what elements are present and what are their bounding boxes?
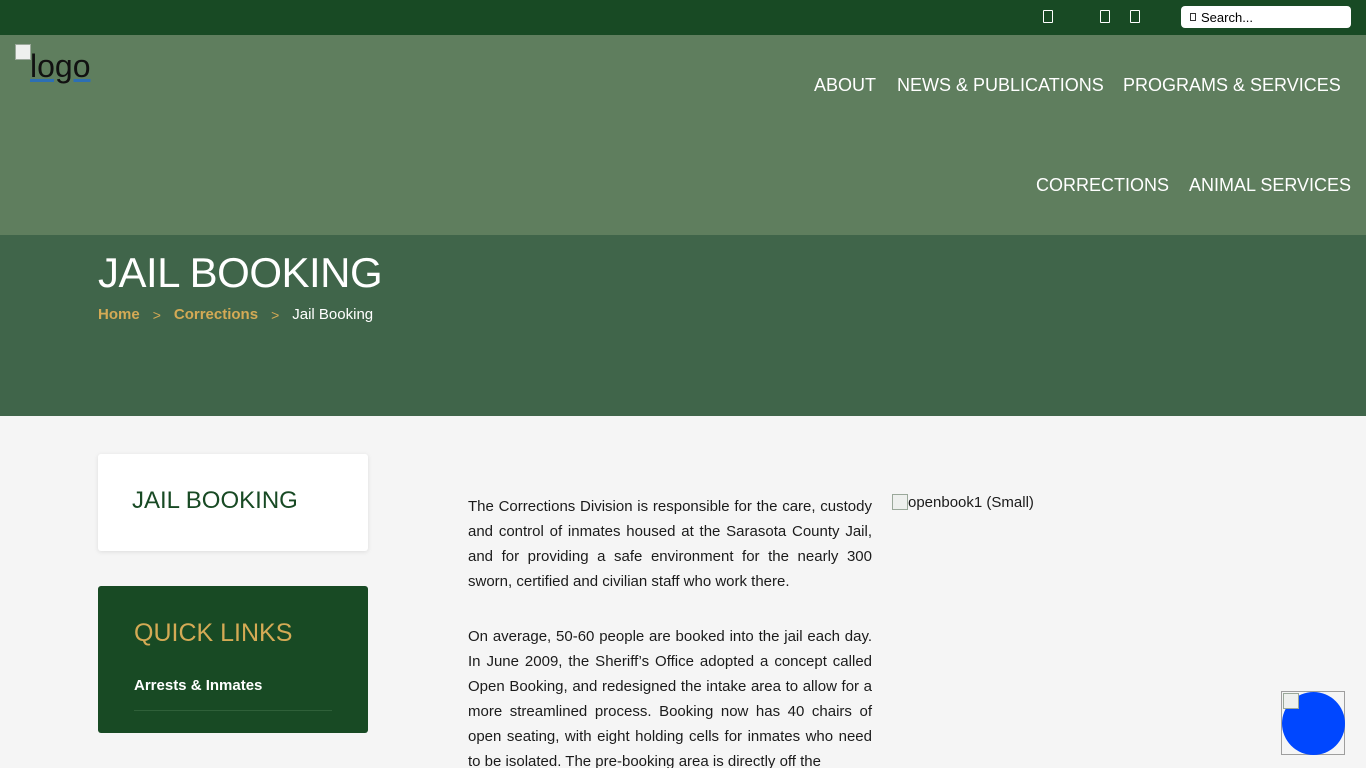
content-paragraph: The Corrections Division is responsible …: [468, 498, 872, 590]
search-input[interactable]: [1201, 9, 1341, 25]
broken-image-icon: [1283, 693, 1299, 709]
quick-links-panel: QUICK LINKS Arrests & Inmates: [98, 586, 368, 733]
broken-image-icon: [15, 44, 31, 60]
nav-animal-services[interactable]: ANIMAL SERVICES: [1189, 175, 1351, 196]
main-content: The Corrections Division is responsible …: [468, 494, 872, 768]
search-box[interactable]: [1181, 6, 1351, 28]
content-paragraph: On average, 50-60 people are booked into…: [468, 628, 872, 768]
chat-widget-button[interactable]: [1281, 691, 1345, 755]
site-logo[interactable]: logo: [15, 43, 91, 84]
broken-image-icon: [892, 494, 908, 510]
breadcrumb-separator: >: [271, 306, 280, 323]
breadcrumb: Home > Corrections > Jail Booking: [98, 306, 373, 323]
top-bar: [0, 0, 1366, 35]
sidebar-title-card: JAIL BOOKING: [98, 454, 368, 551]
breadcrumb-corrections[interactable]: Corrections: [174, 306, 258, 323]
nav-programs-services[interactable]: PROGRAMS & SERVICES: [1123, 75, 1341, 96]
social-icon-1[interactable]: [1043, 10, 1053, 23]
breadcrumb-separator: >: [152, 306, 161, 323]
nav-about[interactable]: ABOUT: [814, 75, 876, 96]
site-header: logo ABOUT NEWS & PUBLICATIONS PROGRAMS …: [0, 35, 1366, 235]
sidebar-title: JAIL BOOKING: [132, 487, 298, 514]
page-hero: JAIL BOOKING Home > Corrections > Jail B…: [0, 235, 1366, 416]
social-icon-2[interactable]: [1100, 10, 1110, 23]
social-icon-3[interactable]: [1130, 10, 1140, 23]
divider: [134, 710, 332, 711]
image-alt-text: openbook1 (Small): [908, 494, 1034, 511]
search-icon: [1190, 13, 1196, 21]
page-title: JAIL BOOKING: [98, 249, 383, 296]
quick-links-title: QUICK LINKS: [134, 619, 293, 647]
nav-corrections[interactable]: CORRECTIONS: [1036, 175, 1169, 196]
logo-alt-text: logo: [30, 48, 91, 84]
breadcrumb-home[interactable]: Home: [98, 306, 140, 323]
quick-link-arrests-inmates[interactable]: Arrests & Inmates: [134, 677, 262, 694]
breadcrumb-current: Jail Booking: [292, 306, 374, 323]
nav-news-publications[interactable]: NEWS & PUBLICATIONS: [897, 75, 1104, 96]
content-image: openbook1 (Small): [892, 494, 1034, 511]
